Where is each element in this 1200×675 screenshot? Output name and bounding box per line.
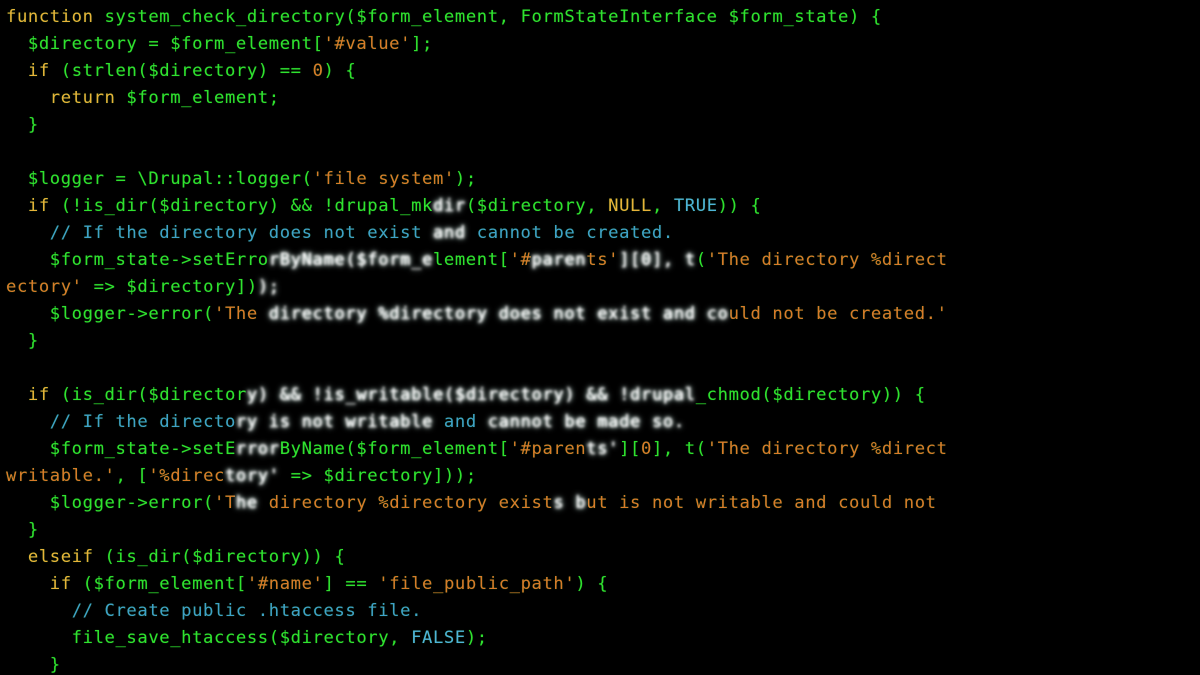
l17b: rror <box>236 439 280 459</box>
l16a <box>6 412 50 432</box>
l12d: uld not be created.' <box>729 304 948 324</box>
l13: } <box>6 331 39 351</box>
l16d: and <box>433 412 488 432</box>
l3c: (strlen($directory) == <box>50 61 313 81</box>
l15e: _chmod($directory)) { <box>696 385 926 405</box>
l19c: he <box>236 493 258 513</box>
l19a: $logger->error( <box>6 493 214 513</box>
l8e: ($directory, <box>466 196 608 216</box>
l8a <box>6 196 28 216</box>
l9a <box>6 223 50 243</box>
l18a: writable.' <box>6 466 115 486</box>
l10d: '# <box>510 250 532 270</box>
l19f: ut is not writable and could not <box>586 493 947 513</box>
l3e: ) { <box>324 61 357 81</box>
l10j: t <box>685 250 696 270</box>
l9b: // If the directory does not exist <box>50 223 433 243</box>
l21a <box>6 547 28 567</box>
l17f: ][ <box>619 439 641 459</box>
l9d: cannot be created. <box>466 223 674 243</box>
l22d: '#name' <box>247 574 324 594</box>
kw-function: function <box>6 7 94 27</box>
l15c: (is_dir($director <box>50 385 247 405</box>
l12b: 'The <box>214 304 269 324</box>
kw-elseif: elseif <box>28 547 94 567</box>
l21c: (is_dir($directory)) { <box>94 547 346 567</box>
l15a <box>6 385 28 405</box>
l16e: cannot be made so. <box>488 412 685 432</box>
l8c: (!is_dir($directory) && !drupal_mk <box>50 196 433 216</box>
l8h: TRUE <box>674 196 718 216</box>
l12c: directory %directory does not exist and … <box>269 304 729 324</box>
l18e: => $directory])); <box>280 466 477 486</box>
l22a <box>6 574 50 594</box>
l25: } <box>6 655 61 675</box>
l5: } <box>6 115 39 135</box>
kw-return: return <box>50 88 116 108</box>
l12a: $logger->error( <box>6 304 214 324</box>
l16c: ry is not writable <box>236 412 433 432</box>
l11c: ); <box>258 277 280 297</box>
l22c: ($form_element[ <box>72 574 247 594</box>
l11a: ectory' <box>6 277 83 297</box>
l22g: ) { <box>575 574 608 594</box>
l20: } <box>6 520 39 540</box>
l10c: lement[ <box>433 250 510 270</box>
l17e: ts' <box>586 439 619 459</box>
line2b: '#value' <box>324 34 412 54</box>
l3d: 0 <box>313 61 324 81</box>
l10h: 0 <box>641 250 652 270</box>
code-block: function system_check_directory($form_el… <box>0 0 1200 675</box>
l7b: 'file system' <box>313 169 455 189</box>
l18c: '%direc <box>148 466 225 486</box>
l17h: ], t( <box>652 439 707 459</box>
l15d: y) && !is_writable($directory) && !drupa… <box>247 385 696 405</box>
l22e: ] == <box>324 574 379 594</box>
l19e: s b <box>553 493 586 513</box>
l8i: )) { <box>718 196 762 216</box>
l22f: 'file_public_path' <box>378 574 575 594</box>
l19d: directory %directory exist <box>258 493 554 513</box>
l8f: NULL <box>608 196 652 216</box>
l10e: paren <box>532 250 587 270</box>
l24c: ); <box>466 628 488 648</box>
l4c: $form_element; <box>115 88 279 108</box>
l23a <box>6 601 72 621</box>
l7a: $logger = \Drupal::logger( <box>6 169 313 189</box>
kw-if4: if <box>50 574 72 594</box>
l18d: tory' <box>225 466 280 486</box>
kw-if: if <box>28 61 50 81</box>
l11b: => $directory]) <box>83 277 258 297</box>
sig: ($form_element, FormStateInterface $form… <box>345 7 881 27</box>
l19b: 'T <box>214 493 236 513</box>
l18b: , [ <box>115 466 148 486</box>
l17d: '#paren <box>510 439 587 459</box>
l3a <box>6 61 28 81</box>
l7c: ); <box>455 169 477 189</box>
l10a: $form_state->setErro <box>6 250 269 270</box>
fn-name: system_check_directory <box>94 7 346 27</box>
kw-if2: if <box>28 196 50 216</box>
l24a: file_save_htaccess($directory, <box>6 628 411 648</box>
l10l: 'The directory %direct <box>707 250 948 270</box>
l4a <box>6 88 50 108</box>
l8g: , <box>652 196 674 216</box>
line2a: $directory = $form_element[ <box>6 34 324 54</box>
l17c: ByName($form_element[ <box>280 439 510 459</box>
kw-if3: if <box>28 385 50 405</box>
l10g: ][ <box>619 250 641 270</box>
l23b: // Create public .htaccess file. <box>72 601 422 621</box>
l17i: 'The directory %direct <box>707 439 948 459</box>
l10f: ts' <box>586 250 619 270</box>
l8d: dir <box>433 196 466 216</box>
l17a: $form_state->setE <box>6 439 236 459</box>
l10b: rByName($form_e <box>269 250 433 270</box>
line2c: ]; <box>411 34 433 54</box>
l17g: 0 <box>641 439 652 459</box>
l10i: ], <box>652 250 685 270</box>
l16b: // If the directo <box>50 412 236 432</box>
l10k: ( <box>696 250 707 270</box>
l9c: and <box>433 223 466 243</box>
l24b: FALSE <box>411 628 466 648</box>
